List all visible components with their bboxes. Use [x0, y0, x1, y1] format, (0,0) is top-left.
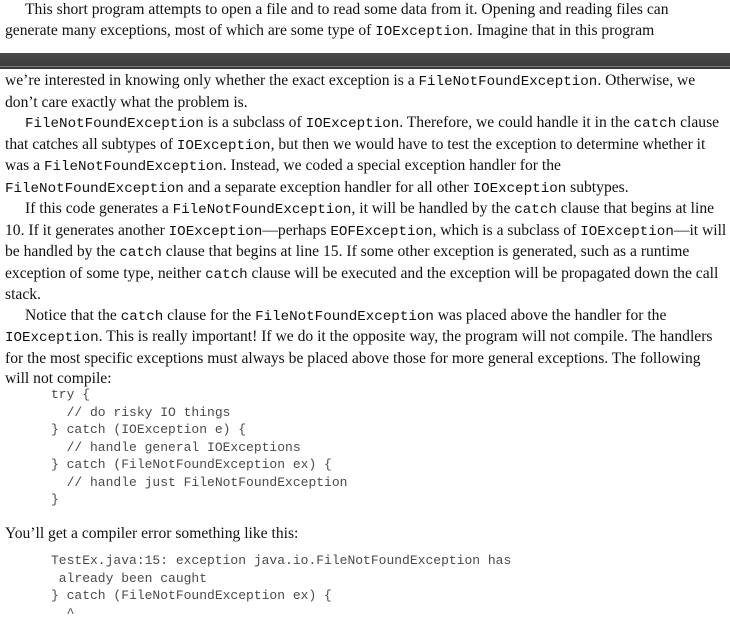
compiler-error-intro: You’ll get a compiler error something li… [5, 525, 299, 542]
paragraph-3: If this code generates a FileNotFoundExc… [5, 199, 727, 306]
inline-code: IOException [472, 180, 567, 197]
page-break-bar [0, 53, 730, 69]
text-run: —perhaps [262, 221, 331, 239]
paragraph-2: FileNotFoundException is a subclass of I… [5, 113, 727, 199]
text-run: subtypes. [566, 178, 629, 196]
paragraph-4: Notice that the catch clause for the Fil… [5, 306, 727, 390]
inline-code: IOException [176, 137, 271, 154]
inline-code: FileNotFoundException [5, 180, 184, 197]
text-run: clause for the [163, 306, 256, 324]
inline-code: IOException [375, 23, 469, 40]
inline-code: EOFException [330, 223, 433, 240]
text-run: generate many exceptions, most of which … [5, 21, 376, 39]
text-run: Notice that the [25, 306, 121, 324]
inline-code: FileNotFoundException [43, 159, 223, 175]
text-run: was placed above the handler for the [433, 306, 667, 324]
compiler-error-output: TestEx.java:15: exception java.io.FileNo… [51, 553, 512, 621]
text-run: . Imagine that in this program [468, 21, 655, 39]
text-run: If this code generates a [25, 200, 173, 217]
inline-code: IOException [5, 330, 99, 346]
inline-code: FileNotFoundException [418, 74, 598, 90]
text-run: . This is really important! If we do it … [5, 328, 713, 387]
text-run: . Therefore, we could handle it in the [399, 114, 634, 131]
text-run: This short program attempts to open a fi… [25, 1, 669, 18]
inline-code: FileNotFoundException [255, 308, 434, 325]
text-run: and a separate exception handler for all… [183, 178, 473, 196]
inline-code: IOException [580, 223, 674, 240]
page-break-rule [0, 66, 730, 67]
paragraph-1: we’re interested in knowing only whether… [5, 71, 727, 113]
inline-code: catch [514, 202, 557, 218]
inline-code: catch [633, 116, 677, 132]
top-paragraph: This short program attempts to open a fi… [0, 0, 730, 52]
inline-code: catch [119, 245, 162, 261]
inline-code: IOException [168, 223, 263, 240]
text-run: , it will be handled by the [351, 200, 515, 217]
inline-code: FileNotFoundException [172, 202, 352, 218]
inline-code: catch [120, 308, 164, 325]
text-run: is a subclass of [203, 114, 306, 131]
inline-code: FileNotFoundException [25, 116, 204, 132]
text-run: we’re interested in knowing only whether… [5, 72, 419, 89]
code-listing-bad-order: try { // do risky IO things } catch (IOE… [51, 387, 348, 507]
top-line-1: This short program attempts to open a fi… [0, 0, 730, 21]
inline-code: IOException [305, 116, 400, 132]
inline-code: catch [205, 266, 248, 283]
top-line-2: generate many exceptions, most of which … [0, 21, 730, 43]
main-text: we’re interested in knowing only whether… [5, 71, 727, 390]
text-run: , which is a subclass of [432, 221, 581, 239]
text-run: . Instead, we coded a special exception … [222, 157, 561, 174]
